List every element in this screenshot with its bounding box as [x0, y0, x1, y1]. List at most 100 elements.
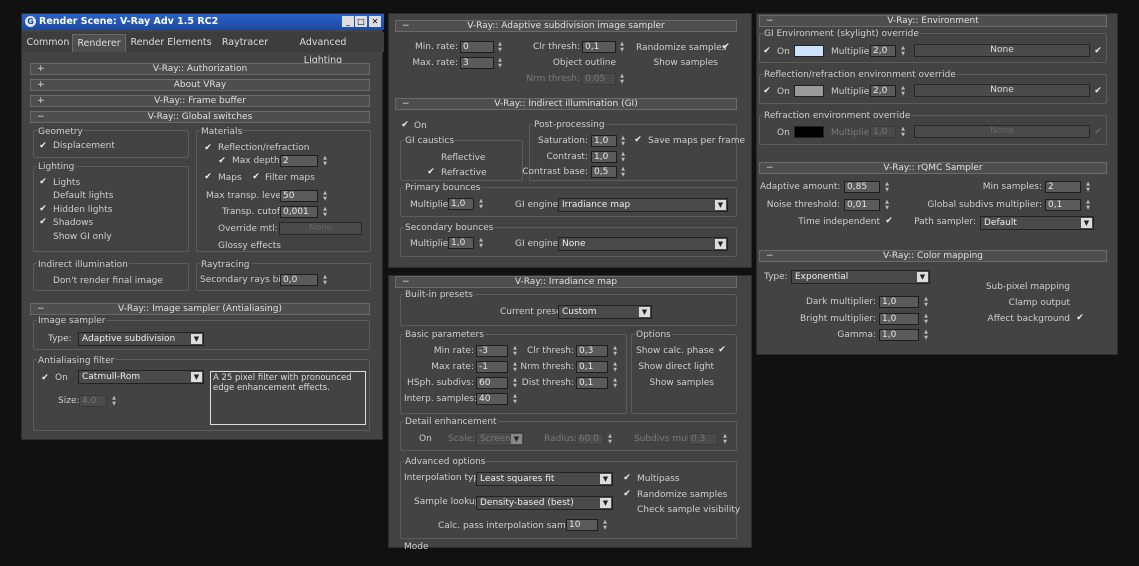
- gi-env-map-checkbox[interactable]: ✔: [1093, 46, 1103, 56]
- refl-env-on-checkbox[interactable]: ✔: [762, 86, 772, 96]
- rollout-environment[interactable]: − V-Ray:: Environment: [759, 15, 1107, 27]
- calc-pass-arrows[interactable]: ▲ ▼: [602, 519, 608, 531]
- time-independent-checkbox[interactable]: ✔: [884, 216, 894, 226]
- rollout-image-sampler[interactable]: − V-Ray:: Image sampler (Antialiasing): [30, 303, 370, 315]
- path-sampler-select[interactable]: Default ▼: [980, 216, 1094, 230]
- tab-renderer[interactable]: Renderer: [72, 34, 126, 52]
- saturation-spinner[interactable]: 1,0: [591, 135, 617, 147]
- bright-multiplier-arrows[interactable]: ▲ ▼: [923, 313, 929, 325]
- tab-advanced-lighting[interactable]: Advanced Lighting: [280, 34, 366, 66]
- gi-env-multiplier-spinner[interactable]: 2,0: [870, 45, 896, 57]
- gi-env-multiplier-arrows[interactable]: ▲ ▼: [900, 45, 906, 57]
- global-subdivs-arrows[interactable]: ▲ ▼: [1085, 199, 1091, 211]
- min-samples-spinner[interactable]: 2: [1045, 181, 1081, 193]
- dont-render-checkbox[interactable]: [38, 275, 48, 285]
- adaptive-amount-arrows[interactable]: ▲ ▼: [884, 181, 890, 193]
- refr-env-color-swatch[interactable]: [794, 126, 824, 138]
- dark-multiplier-arrows[interactable]: ▲ ▼: [923, 296, 929, 308]
- primary-gi-engine-select[interactable]: Irradiance map ▼: [558, 198, 728, 212]
- interp-samples-arrows[interactable]: ▲ ▼: [512, 393, 518, 405]
- bright-multiplier-spinner[interactable]: 1,0: [879, 313, 919, 325]
- dist-thresh-arrows[interactable]: ▲ ▼: [612, 377, 618, 389]
- refl-env-color-swatch[interactable]: [794, 85, 824, 97]
- image-sampler-type-select[interactable]: Adaptive subdivision ▼: [78, 332, 204, 346]
- max-depth-checkbox[interactable]: ✔: [217, 156, 227, 166]
- object-outline-checkbox[interactable]: [620, 58, 630, 68]
- secondary-multiplier-arrows[interactable]: ▲ ▼: [478, 237, 484, 249]
- secondary-multiplier-spinner[interactable]: 1,0: [448, 237, 474, 249]
- saturation-arrows[interactable]: ▲ ▼: [620, 135, 626, 147]
- detail-on-checkbox[interactable]: [404, 433, 414, 443]
- irr-min-rate-arrows[interactable]: ▲ ▼: [512, 345, 518, 357]
- refr-env-on-checkbox[interactable]: [762, 128, 772, 138]
- show-direct-light-checkbox[interactable]: [717, 361, 727, 371]
- subdivs-mult-arrows[interactable]: ▲ ▼: [722, 433, 728, 445]
- refractive-checkbox[interactable]: ✔: [426, 167, 436, 177]
- noise-threshold-spinner[interactable]: 0,01: [844, 199, 880, 211]
- refr-env-multiplier-arrows[interactable]: ▲ ▼: [900, 126, 906, 138]
- glossy-effects-checkbox[interactable]: [203, 240, 213, 250]
- tab-render-elements[interactable]: Render Elements: [130, 34, 212, 52]
- gi-env-color-swatch[interactable]: [794, 45, 824, 57]
- gamma-spinner[interactable]: 1,0: [879, 329, 919, 341]
- contrast-base-spinner[interactable]: 0,5: [591, 166, 617, 178]
- reflection-refraction-checkbox[interactable]: ✔: [203, 143, 213, 153]
- refr-env-map-checkbox[interactable]: ✔: [1093, 127, 1103, 137]
- aa-filter-select[interactable]: Catmull-Rom ▼: [78, 370, 204, 384]
- refl-env-multiplier-arrows[interactable]: ▲ ▼: [900, 85, 906, 97]
- rollout-authorization[interactable]: + V-Ray:: Authorization: [30, 63, 370, 75]
- tab-raytracer[interactable]: Raytracer: [219, 34, 271, 52]
- refr-env-multiplier-spinner[interactable]: 1,0: [870, 126, 896, 138]
- tab-common[interactable]: Common: [25, 34, 71, 52]
- gi-env-map-button[interactable]: None: [914, 44, 1090, 57]
- irr-min-rate-spinner[interactable]: -3: [476, 345, 508, 357]
- min-samples-arrows[interactable]: ▲ ▼: [1085, 181, 1091, 193]
- max-rate-arrows[interactable]: ▲ ▼: [497, 57, 503, 69]
- dark-multiplier-spinner[interactable]: 1,0: [879, 296, 919, 308]
- size-spinner[interactable]: 4,0: [79, 395, 107, 407]
- sample-lookup-select[interactable]: Density-based (best) ▼: [476, 496, 613, 510]
- max-transp-arrows[interactable]: ▲ ▼: [322, 190, 328, 202]
- radius-spinner[interactable]: 60,0: [576, 433, 604, 445]
- default-lights-checkbox[interactable]: [38, 191, 48, 201]
- multipass-checkbox[interactable]: ✔: [622, 473, 632, 483]
- hsph-subdivs-spinner[interactable]: 60: [476, 377, 508, 389]
- current-preset-select[interactable]: Custom ▼: [558, 305, 652, 319]
- dist-thresh-spinner[interactable]: 0,1: [576, 377, 608, 389]
- displacement-checkbox[interactable]: ✔: [38, 141, 48, 151]
- save-maps-checkbox[interactable]: ✔: [633, 135, 643, 145]
- override-mtl-checkbox[interactable]: [203, 223, 213, 233]
- rollout-about[interactable]: + About VRay: [30, 79, 370, 91]
- nrm-thresh-arrows[interactable]: ▲ ▼: [619, 73, 625, 85]
- irr-randomize-checkbox[interactable]: ✔: [622, 489, 632, 499]
- contrast-arrows[interactable]: ▲ ▼: [620, 151, 626, 163]
- max-rate-spinner[interactable]: 3: [460, 57, 494, 69]
- irr-show-samples-checkbox[interactable]: [717, 377, 727, 387]
- scale-select[interactable]: Screen ▼: [476, 432, 524, 446]
- gi-env-on-checkbox[interactable]: ✔: [762, 46, 772, 56]
- hidden-lights-checkbox[interactable]: ✔: [38, 204, 48, 214]
- rollout-irradiance-map[interactable]: − V-Ray:: Irradiance map: [395, 276, 737, 288]
- rollout-color-mapping[interactable]: − V-Ray:: Color mapping: [759, 250, 1107, 262]
- rollout-global-switches[interactable]: − V-Ray:: Global switches: [30, 111, 370, 123]
- global-subdivs-spinner[interactable]: 0,1: [1045, 199, 1081, 211]
- irr-clr-thresh-spinner[interactable]: 0,3: [576, 345, 608, 357]
- refl-env-multiplier-spinner[interactable]: 2,0: [870, 85, 896, 97]
- transp-cutoff-spinner[interactable]: 0,001: [280, 206, 318, 218]
- secondary-gi-engine-select[interactable]: None ▼: [558, 237, 728, 251]
- show-samples-checkbox[interactable]: [721, 58, 731, 68]
- primary-multiplier-spinner[interactable]: 1,0: [448, 198, 474, 210]
- reflective-checkbox[interactable]: [426, 152, 436, 162]
- filter-maps-checkbox[interactable]: ✔: [251, 172, 261, 182]
- irr-clr-thresh-arrows[interactable]: ▲ ▼: [612, 345, 618, 357]
- irr-nrm-thresh-spinner[interactable]: 0,1: [576, 361, 608, 373]
- affect-background-checkbox[interactable]: ✔: [1075, 313, 1085, 323]
- subdivs-mult-spinner[interactable]: 0,3: [688, 433, 718, 445]
- irr-max-rate-spinner[interactable]: -1: [476, 361, 508, 373]
- refl-env-map-checkbox[interactable]: ✔: [1093, 86, 1103, 96]
- interp-samples-spinner[interactable]: 40: [476, 393, 508, 405]
- clr-thresh-spinner[interactable]: 0,1: [582, 41, 616, 53]
- max-transp-spinner[interactable]: 50: [280, 190, 318, 202]
- contrast-base-arrows[interactable]: ▲ ▼: [620, 166, 626, 178]
- override-mtl-button[interactable]: None: [279, 222, 362, 235]
